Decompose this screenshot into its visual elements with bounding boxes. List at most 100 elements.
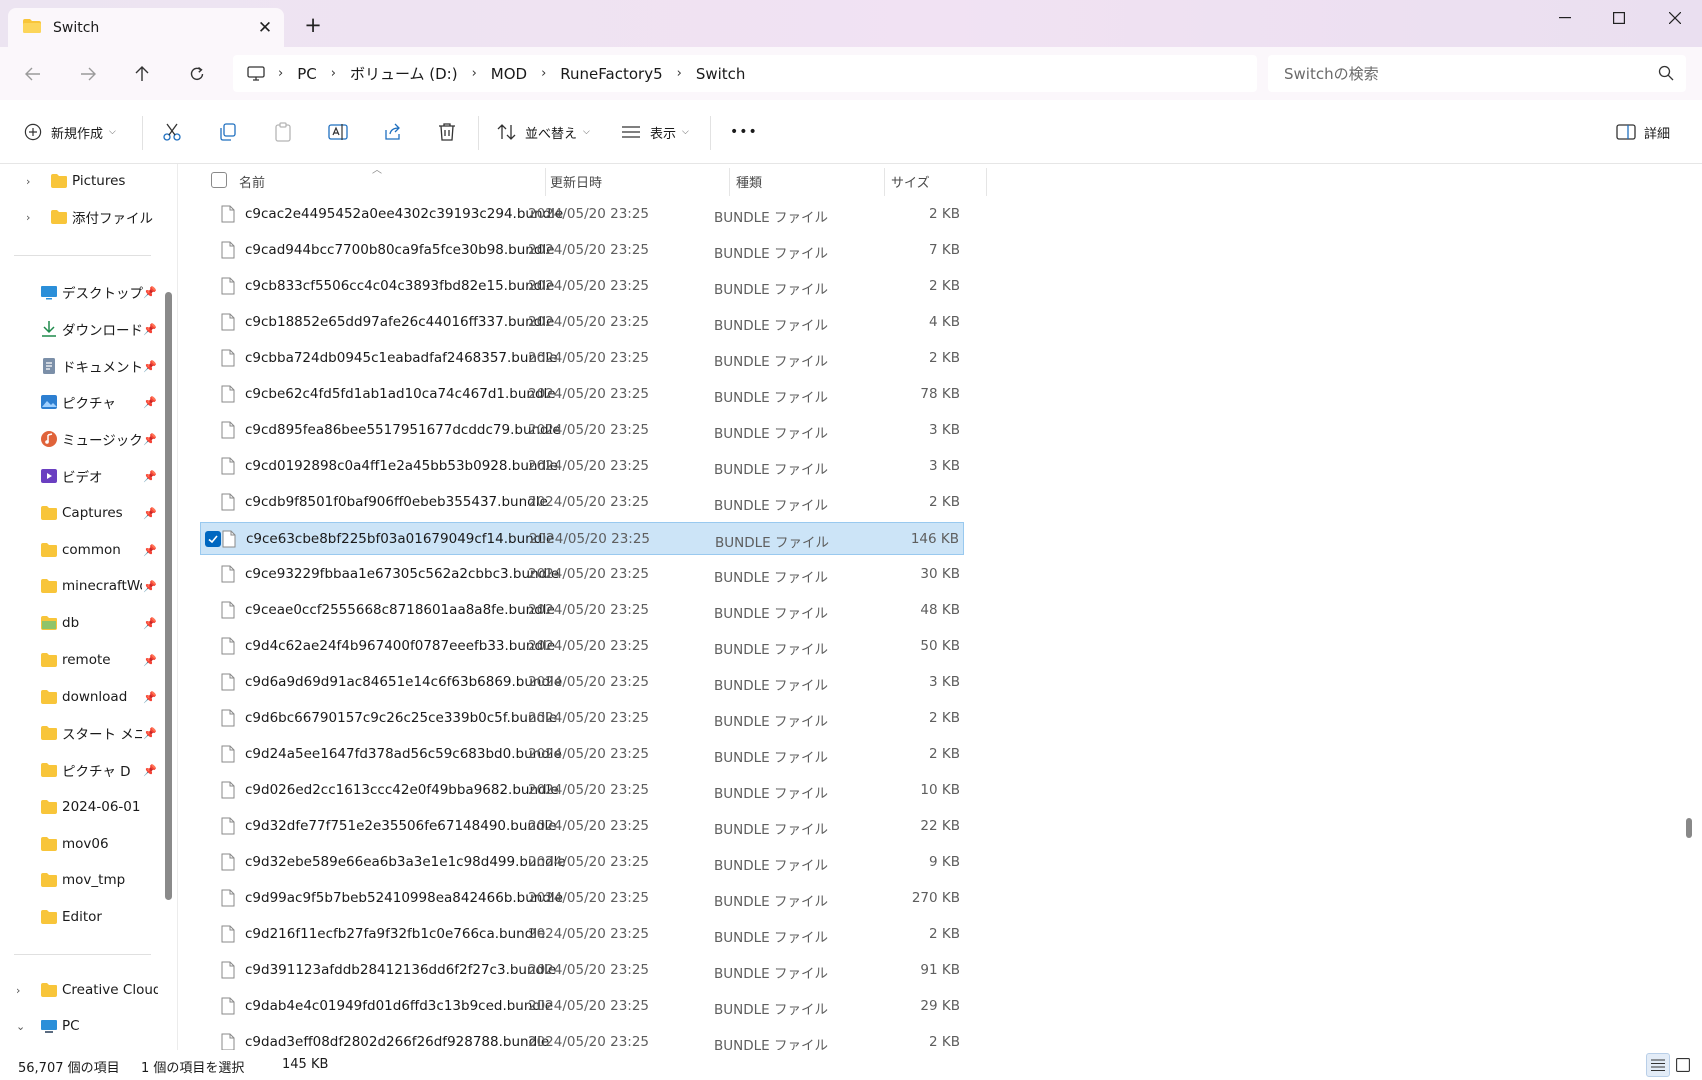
search-icon[interactable] bbox=[1658, 65, 1674, 85]
chevron-right-icon[interactable]: › bbox=[16, 984, 20, 997]
share-button[interactable] bbox=[383, 115, 403, 149]
up-button[interactable] bbox=[127, 59, 157, 89]
tab-switch[interactable]: Switch ✕ bbox=[8, 8, 284, 47]
sidebar-item-pictures-d[interactable]: ピクチャ D 📌 bbox=[0, 755, 160, 785]
details-pane-button[interactable]: 詳細 bbox=[1616, 115, 1670, 149]
breadcrumb-runefactory5[interactable]: RuneFactory5 bbox=[551, 65, 671, 83]
maximize-button[interactable] bbox=[1592, 0, 1646, 36]
sidebar-item-pc[interactable]: ⌄ PC bbox=[0, 1011, 160, 1041]
breadcrumb-switch[interactable]: Switch bbox=[687, 65, 755, 83]
chevron-right-icon[interactable]: › bbox=[467, 66, 482, 81]
sidebar-item-creative-cloud[interactable]: › Creative Cloud F bbox=[0, 975, 160, 1005]
sidebar-item-mov-tmp[interactable]: mov_tmp bbox=[0, 865, 160, 895]
file-row[interactable]: c9cac2e4495452a0ee4302c39193c294.bundle 2… bbox=[200, 198, 964, 231]
delete-button[interactable] bbox=[437, 115, 457, 149]
view-button[interactable]: 表示 ⌵ bbox=[621, 115, 689, 149]
file-row[interactable]: c9ce63cbe8bf225bf03a01679049cf14.bundle 2… bbox=[200, 522, 964, 555]
file-row[interactable]: c9dad3eff08df2802d266f26df928788.bundle 2… bbox=[200, 1026, 964, 1050]
file-row[interactable]: c9cb833cf5506cc4c04c3893fbd82e15.bundle 2… bbox=[200, 270, 964, 303]
column-divider[interactable] bbox=[986, 168, 987, 196]
pin-icon[interactable]: 📌 bbox=[143, 764, 157, 777]
breadcrumb-volume-d[interactable]: ボリューム (D:) bbox=[341, 63, 467, 84]
sidebar-item-remote[interactable]: remote 📌 bbox=[0, 645, 160, 675]
column-header-size[interactable]: サイズ bbox=[891, 172, 930, 191]
cut-button[interactable] bbox=[162, 115, 182, 149]
pin-icon[interactable]: 📌 bbox=[143, 470, 157, 483]
file-row[interactable]: c9d4c62ae24f4b967400f0787eeefb33.bundle 2… bbox=[200, 630, 964, 663]
new-button[interactable]: 新規作成 ⌵ bbox=[24, 115, 116, 149]
file-row[interactable]: c9ce93229fbbaa1e67305c562a2cbbc3.bundle 2… bbox=[200, 558, 964, 591]
pin-icon[interactable]: 📌 bbox=[143, 691, 157, 704]
minimize-button[interactable] bbox=[1538, 0, 1592, 36]
more-options-button[interactable]: ••• bbox=[730, 115, 758, 149]
file-row[interactable]: c9d391123afddb28412136dd6f2f27c3.bundle 2… bbox=[200, 954, 964, 987]
chevron-right-icon[interactable]: › bbox=[273, 66, 288, 81]
file-row[interactable]: c9cbba724db0945c1eabadfaf2468357.bundle 2… bbox=[200, 342, 964, 375]
tiles-view-button[interactable] bbox=[1671, 1053, 1695, 1077]
pin-icon[interactable]: 📌 bbox=[143, 433, 157, 446]
sidebar-item-desktop[interactable]: デスクトップ 📌 bbox=[0, 277, 160, 307]
sidebar-item-common[interactable]: common 📌 bbox=[0, 535, 160, 565]
file-row[interactable]: c9cd0192898c0a4ff1e2a45bb53b0928.bundle 2… bbox=[200, 450, 964, 483]
sidebar-item-downloads[interactable]: ダウンロード 📌 bbox=[0, 314, 160, 344]
file-row[interactable]: c9dab4e4c01949fd01d6ffd3c13b9ced.bundle 2… bbox=[200, 990, 964, 1023]
select-all-checkbox[interactable] bbox=[211, 172, 227, 188]
chevron-right-icon[interactable]: › bbox=[536, 66, 551, 81]
column-divider[interactable] bbox=[884, 168, 885, 196]
breadcrumb-pc[interactable]: PC bbox=[288, 65, 326, 83]
file-row[interactable]: c9cbe62c4fd5fd1ab1ad10ca74c467d1.bundle 2… bbox=[200, 378, 964, 411]
pin-icon[interactable]: 📌 bbox=[143, 323, 157, 336]
sidebar-item-attachments[interactable]: › 添付ファイル bbox=[0, 202, 160, 232]
file-row[interactable]: c9cdb9f8501f0baf906ff0ebeb355437.bundle 2… bbox=[200, 486, 964, 519]
chevron-right-icon[interactable]: › bbox=[672, 66, 687, 81]
file-row[interactable]: c9d216f11ecfb27fa9f32fb1c0e766ca.bundle 2… bbox=[200, 918, 964, 951]
pin-icon[interactable]: 📌 bbox=[143, 727, 157, 740]
pin-icon[interactable]: 📌 bbox=[143, 396, 157, 409]
pin-icon[interactable]: 📌 bbox=[143, 580, 157, 593]
column-header-date[interactable]: 更新日時 bbox=[550, 172, 602, 191]
pin-icon[interactable]: 📌 bbox=[143, 286, 157, 299]
file-row[interactable]: c9d32dfe77f751e2e35506fe67148490.bundle 2… bbox=[200, 810, 964, 843]
pin-icon[interactable]: 📌 bbox=[143, 544, 157, 557]
copy-button[interactable] bbox=[218, 115, 238, 149]
pin-icon[interactable]: 📌 bbox=[143, 654, 157, 667]
file-row[interactable]: c9d6a9d69d91ac84651e14c6f63b6869.bundle 2… bbox=[200, 666, 964, 699]
sidebar-item-pictures-lib[interactable]: ピクチャ 📌 bbox=[0, 387, 160, 417]
file-list-scrollbar[interactable] bbox=[1686, 818, 1692, 838]
rename-button[interactable] bbox=[328, 115, 348, 149]
file-row[interactable]: c9cb18852e65dd97afe26c44016ff337.bundle 2… bbox=[200, 306, 964, 339]
refresh-button[interactable] bbox=[182, 59, 212, 89]
breadcrumb-mod[interactable]: MOD bbox=[482, 65, 536, 83]
sort-button[interactable]: 並べ替え ⌵ bbox=[497, 115, 590, 149]
sidebar-item-captures[interactable]: Captures 📌 bbox=[0, 498, 160, 528]
sidebar-item-editor[interactable]: Editor bbox=[0, 902, 160, 932]
sidebar-scrollbar[interactable] bbox=[165, 292, 172, 900]
pin-icon[interactable]: 📌 bbox=[143, 507, 157, 520]
sidebar-item-documents[interactable]: ドキュメント 📌 bbox=[0, 351, 160, 381]
pin-icon[interactable]: 📌 bbox=[143, 360, 157, 373]
column-divider[interactable] bbox=[729, 168, 730, 196]
file-row[interactable]: c9ceae0ccf2555668c8718601aa8a8fe.bundle 2… bbox=[200, 594, 964, 627]
sidebar-item-2024-06-01[interactable]: 2024-06-01 bbox=[0, 792, 160, 822]
sidebar-item-mov06[interactable]: mov06 bbox=[0, 829, 160, 859]
sidebar-item-pictures[interactable]: › Pictures bbox=[0, 166, 160, 196]
chevron-down-icon[interactable]: ⌄ bbox=[16, 1020, 25, 1033]
file-row[interactable]: c9cd895fea86bee5517951677dcddc79.bundle 2… bbox=[200, 414, 964, 447]
file-row[interactable]: c9d99ac9f5b7beb52410998ea842466b.bundle 2… bbox=[200, 882, 964, 915]
forward-button[interactable] bbox=[73, 59, 103, 89]
file-row[interactable]: c9d026ed2cc1613ccc42e0f49bba9682.bundle 2… bbox=[200, 774, 964, 807]
row-checkbox[interactable] bbox=[205, 531, 221, 547]
paste-button[interactable] bbox=[273, 115, 293, 149]
back-button[interactable] bbox=[18, 59, 48, 89]
file-row[interactable]: c9cad944bcc7700b80ca9fa5fce30b98.bundle 2… bbox=[200, 234, 964, 267]
file-row[interactable]: c9d24a5ee1647fd378ad56c59c683bd0.bundle 2… bbox=[200, 738, 964, 771]
sidebar-item-db[interactable]: db 📌 bbox=[0, 608, 160, 638]
column-header-type[interactable]: 種類 bbox=[736, 172, 762, 191]
column-divider[interactable] bbox=[545, 168, 546, 196]
new-tab-button[interactable]: + bbox=[300, 12, 326, 38]
column-header-name[interactable]: 名前 bbox=[239, 172, 265, 191]
chevron-right-icon[interactable]: › bbox=[26, 175, 30, 188]
file-row[interactable]: c9d6bc66790157c9c26c25ce339b0c5f.bundle 2… bbox=[200, 702, 964, 735]
address-bar[interactable]: › PC › ボリューム (D:) › MOD › RuneFactory5 ›… bbox=[233, 55, 1257, 92]
sidebar-item-download-folder[interactable]: download 📌 bbox=[0, 682, 160, 712]
